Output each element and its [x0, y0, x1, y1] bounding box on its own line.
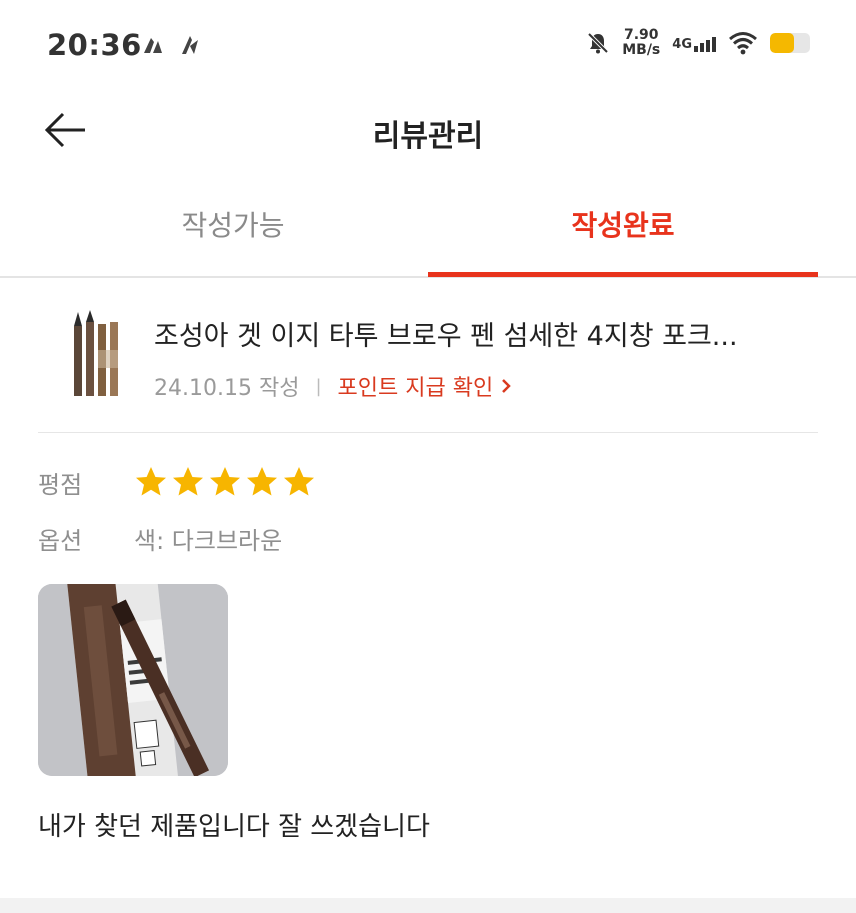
meta-separator: | [315, 375, 322, 397]
point-confirm-link[interactable]: 포인트 지급 확인 [338, 370, 512, 402]
review-photo-image [38, 584, 228, 776]
rating-label: 평점 [38, 470, 83, 499]
tab-available[interactable]: 작성가능 [38, 190, 428, 276]
option-row: 옵션 색: 다크브라운 [38, 516, 818, 560]
product-item[interactable]: 조성아 겟 이지 타투 브로우 펜 섬세한 4지창 포크... 24.10.15… [38, 300, 818, 410]
battery-icon [770, 33, 810, 53]
active-tab-indicator [428, 272, 818, 277]
network-speed: 7.90 MB/s [622, 28, 660, 58]
star-icon [173, 467, 203, 496]
point-link-label: 포인트 지급 확인 [337, 376, 494, 401]
battery-level [770, 33, 794, 53]
product-meta: 24.10.15 작성 | 포인트 지급 확인 [154, 370, 511, 402]
option-value: 색: 다크브라운 [134, 526, 283, 555]
rating-row: 평점 [38, 460, 818, 504]
page-title: 리뷰관리 [372, 119, 484, 154]
notification-app-icon [144, 38, 162, 53]
product-name: 조성아 겟 이지 타투 브로우 펜 섬세한 4지창 포크... [154, 321, 738, 352]
app-header: 리뷰관리 [0, 95, 856, 165]
network-type: 4G [672, 37, 692, 52]
status-bar: 20:36 7.90 MB/s 4G [0, 0, 856, 95]
star-icon [284, 467, 314, 496]
notification-icons [140, 32, 202, 58]
divider [38, 432, 818, 433]
signal-bars-icon [694, 34, 716, 52]
product-thumbnail [60, 310, 138, 400]
notification-app-icon [182, 36, 198, 54]
review-tabs: 작성가능 작성완료 [0, 190, 856, 278]
option-label: 옵션 [38, 526, 83, 555]
section-separator [0, 898, 856, 913]
tab-completed[interactable]: 작성완료 [428, 190, 818, 277]
wifi-icon [729, 32, 757, 55]
star-icon [210, 467, 240, 496]
clock: 20:36 [47, 28, 142, 62]
speed-unit: MB/s [622, 42, 661, 58]
tab-label: 작성가능 [181, 209, 285, 242]
star-rating [134, 465, 316, 499]
review-date: 24.10.15 작성 [154, 376, 300, 401]
cellular-signal: 4G [672, 34, 716, 52]
review-text: 내가 찾던 제품입니다 잘 쓰겠습니다 [38, 812, 430, 842]
star-icon [247, 467, 277, 496]
status-indicators: 7.90 MB/s 4G [586, 28, 810, 58]
mute-icon [587, 32, 609, 54]
chevron-right-icon [502, 379, 511, 393]
star-icon [136, 467, 166, 496]
review-photo[interactable] [38, 584, 228, 776]
tab-label: 작성완료 [571, 209, 675, 242]
speed-value: 7.90 [623, 27, 659, 43]
